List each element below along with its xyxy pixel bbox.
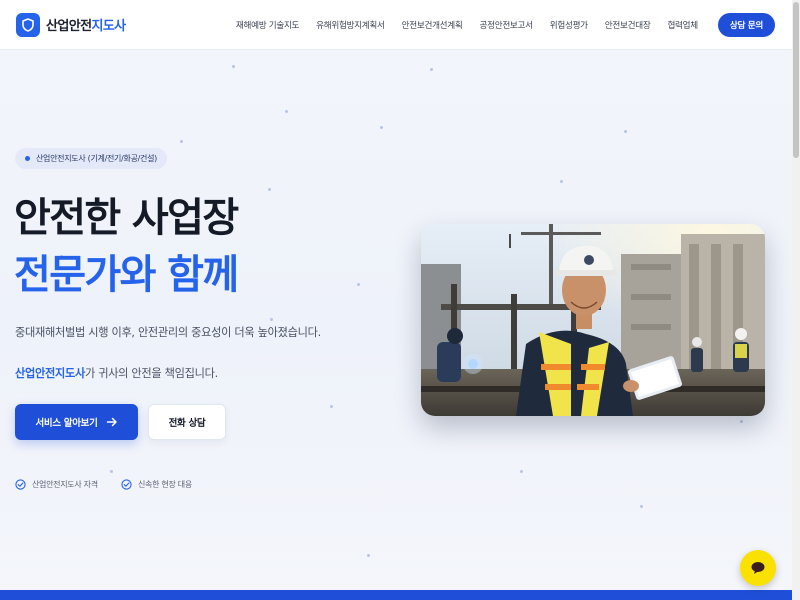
decor-dot (624, 130, 627, 133)
check-item: 산업안전지도사 자격 (15, 479, 98, 490)
nav-item-partners[interactable]: 협력업체 (667, 19, 698, 31)
logo-text-part2: 지도사 (91, 19, 126, 34)
decor-dot (180, 140, 183, 143)
nav-item-accident-prevention[interactable]: 재해예방 기술지도 (236, 19, 300, 31)
decor-dot (740, 420, 743, 423)
nav-item-hazard-prevention-plan[interactable]: 유해위험방지계획서 (316, 19, 385, 31)
service-button[interactable]: 서비스 알아보기 (15, 404, 138, 440)
hero-description-highlight: 산업안전지도사 (15, 367, 85, 380)
logo-text: 산업안전지도사 (46, 15, 126, 34)
hero-image (421, 224, 765, 416)
construction-worker-image (421, 224, 765, 416)
site-header: 산업안전지도사 재해예방 기술지도 유해위험방지계획서 안전보건개선계획 공정안… (0, 0, 792, 50)
decor-dot (430, 68, 433, 71)
logo[interactable]: 산업안전지도사 (16, 12, 126, 37)
check-circle-icon (15, 479, 26, 490)
arrow-right-icon (106, 417, 117, 427)
hero-title-line2: 전문가와 함께 (14, 252, 239, 298)
decor-dot (367, 554, 370, 557)
hero-description: 중대재해처벌법 시행 이후, 안전관리의 중요성이 더욱 높아졌습니다. (15, 326, 321, 339)
hero-badge-text: 산업안전지도사 (기계/전기/화공/건설) (36, 154, 157, 163)
check-item: 신속한 현장 대응 (121, 479, 192, 490)
decor-dot (330, 405, 333, 408)
nav-item-risk-assessment[interactable]: 위험성평가 (550, 19, 588, 31)
check-item-label: 산업안전지도사 자격 (32, 480, 98, 489)
service-button-label: 서비스 알아보기 (35, 418, 98, 429)
decor-dot (560, 180, 563, 183)
phone-consult-button[interactable]: 전화 상담 (148, 404, 226, 440)
section-band (0, 590, 792, 600)
scrollbar-thumb[interactable] (793, 2, 799, 158)
shield-icon (16, 12, 40, 37)
decor-dot (285, 110, 288, 113)
page-scrollbar[interactable] (792, 0, 800, 600)
nav-item-safety-ledger[interactable]: 안전보건대장 (605, 19, 651, 31)
consult-button[interactable]: 상담 문의 (717, 12, 775, 37)
kakao-chat-button[interactable] (740, 550, 776, 586)
decor-dot (520, 470, 523, 473)
badge-dot-icon (25, 156, 30, 161)
decor-dot (268, 188, 271, 191)
chat-bubble-icon (751, 562, 765, 574)
nav-item-process-safety-report[interactable]: 공정안전보고서 (480, 19, 534, 31)
decor-dot (110, 470, 113, 473)
decor-dot (640, 505, 643, 508)
check-circle-icon (121, 479, 132, 490)
decor-dot (357, 283, 360, 286)
nav-item-safety-improvement-plan[interactable]: 안전보건개선계획 (402, 19, 463, 31)
logo-text-part1: 산업안전 (46, 19, 92, 34)
decor-dot (380, 126, 383, 129)
decor-dot (232, 65, 235, 68)
hero-title-line1: 안전한 사업장 (14, 195, 239, 241)
main-nav: 재해예방 기술지도 유해위험방지계획서 안전보건개선계획 공정안전보고서 위험성… (236, 19, 698, 31)
hero-description-rest: 가 귀사의 안전을 책임집니다. (84, 367, 218, 380)
decor-dot (270, 318, 273, 321)
hero-description-2: 산업안전지도사가 귀사의 안전을 책임집니다. (15, 364, 218, 384)
hero-badge: 산업안전지도사 (기계/전기/화공/건설) (15, 148, 167, 169)
check-item-label: 신속한 현장 대응 (138, 480, 192, 489)
